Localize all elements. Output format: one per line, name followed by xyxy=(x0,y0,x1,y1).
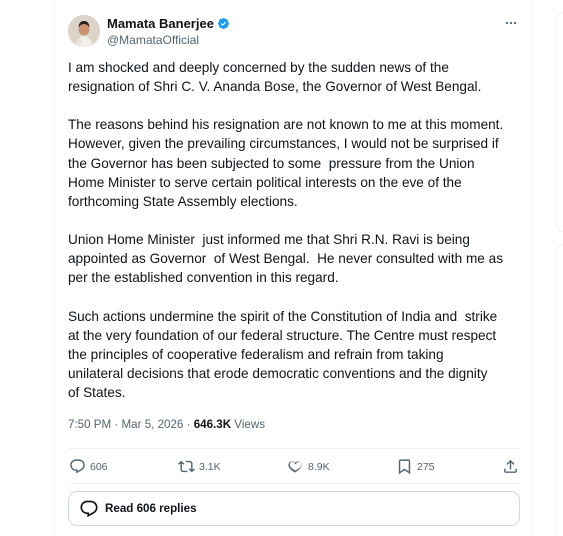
reply-icon xyxy=(70,459,85,474)
bookmark-button[interactable]: 275 xyxy=(396,458,435,475)
tweet-text: I am shocked and deeply concerned by the… xyxy=(68,58,523,421)
views-label: Views xyxy=(231,418,266,431)
tweet-paragraph: Such actions undermine the spirit of the… xyxy=(68,308,498,400)
author-row: Mamata Banerjee xyxy=(107,16,230,31)
bookmark-count: 275 xyxy=(417,460,435,473)
reply-icon xyxy=(80,500,98,517)
repost-icon xyxy=(178,460,195,473)
like-count: 8.9K xyxy=(308,460,330,473)
read-replies-label: Read 606 replies xyxy=(105,502,197,515)
repost-button[interactable]: 3.1K xyxy=(178,458,221,475)
reply-count: 606 xyxy=(90,460,108,473)
more-icon[interactable] xyxy=(504,16,518,30)
meta-separator: · xyxy=(183,418,194,431)
tweet-paragraph: Union Home Minister just informed me tha… xyxy=(68,232,503,286)
avatar[interactable] xyxy=(68,15,100,47)
tweet-date[interactable]: Mar 5, 2026 xyxy=(122,418,184,431)
tweet-meta: 7:50 PM · Mar 5, 2026 · 646.3K Views xyxy=(68,418,265,431)
repost-count: 3.1K xyxy=(199,460,221,473)
heart-icon xyxy=(288,461,302,473)
sidebar-card-edge xyxy=(556,244,563,536)
share-icon xyxy=(504,459,517,473)
tweet-paragraph: The reasons behind his resignation are n… xyxy=(68,117,504,209)
author-name[interactable]: Mamata Banerjee xyxy=(107,16,214,31)
reply-button[interactable]: 606 xyxy=(69,458,108,475)
tweet-paragraph: I am shocked and deeply concerned by the… xyxy=(68,60,482,95)
author-handle[interactable]: @MamataOfficial xyxy=(107,33,199,47)
sidebar-card-edge xyxy=(556,12,563,232)
meta-separator: · xyxy=(111,418,122,431)
tweet-time[interactable]: 7:50 PM xyxy=(68,418,111,431)
views-count: 646.3K xyxy=(193,418,232,431)
verified-badge-icon xyxy=(217,17,230,30)
action-bar: 606 3.1K 8.9K 275 xyxy=(68,448,520,484)
bookmark-icon xyxy=(398,459,411,475)
read-replies-button[interactable]: Read 606 replies xyxy=(68,491,520,526)
share-button[interactable] xyxy=(502,458,523,475)
tweet-card: Mamata Banerjee @MamataOfficial I am sho… xyxy=(54,0,533,536)
like-button[interactable]: 8.9K xyxy=(287,458,330,475)
avatar-image xyxy=(68,15,100,47)
